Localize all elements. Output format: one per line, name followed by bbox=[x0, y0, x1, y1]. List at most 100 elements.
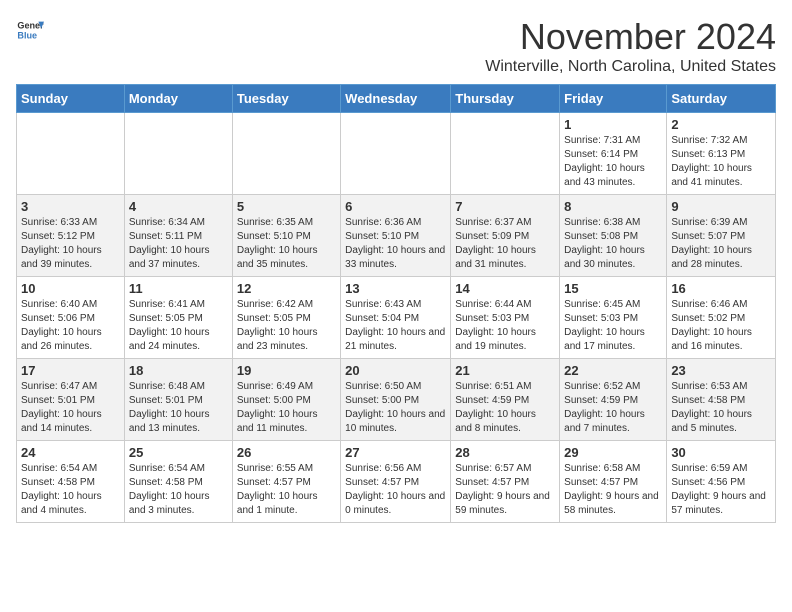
day-number: 18 bbox=[129, 363, 228, 378]
day-info: Sunrise: 7:31 AM Sunset: 6:14 PM Dayligh… bbox=[564, 134, 662, 190]
calendar-cell: 30 Sunrise: 6:59 AM Sunset: 4:56 PM Dayli… bbox=[667, 441, 776, 523]
calendar-cell: 26Sunrise: 6:55 AM Sunset: 4:57 PM Dayli… bbox=[232, 441, 340, 523]
day-number: 24 bbox=[21, 445, 120, 460]
day-number: 11 bbox=[129, 281, 228, 296]
calendar-cell: 8 Sunrise: 6:38 AM Sunset: 5:08 PM Daylig… bbox=[560, 195, 667, 277]
calendar-week-row: 3 Sunrise: 6:33 AM Sunset: 5:12 PM Daylig… bbox=[17, 195, 776, 277]
day-number: 4 bbox=[129, 199, 228, 214]
day-number: 15 bbox=[564, 281, 662, 296]
day-number: 1 bbox=[564, 117, 662, 132]
logo-icon: General Blue bbox=[16, 16, 44, 44]
calendar-cell: 10 Sunrise: 6:40 AM Sunset: 5:06 PM Dayli… bbox=[17, 277, 125, 359]
calendar-cell: 3 Sunrise: 6:33 AM Sunset: 5:12 PM Daylig… bbox=[17, 195, 125, 277]
calendar-cell: 18 Sunrise: 6:48 AM Sunset: 5:01 PM Dayli… bbox=[124, 359, 232, 441]
day-header: Thursday bbox=[451, 85, 560, 113]
calendar-cell: 4 Sunrise: 6:34 AM Sunset: 5:11 PM Daylig… bbox=[124, 195, 232, 277]
calendar-cell: 9 Sunrise: 6:39 AM Sunset: 5:07 PM Daylig… bbox=[667, 195, 776, 277]
calendar-table: SundayMondayTuesdayWednesdayThursdayFrid… bbox=[16, 84, 776, 523]
calendar-week-row: 24 Sunrise: 6:54 AM Sunset: 4:58 PM Dayli… bbox=[17, 441, 776, 523]
calendar-cell: 7Sunrise: 6:37 AM Sunset: 5:09 PM Daylig… bbox=[451, 195, 560, 277]
header-row: SundayMondayTuesdayWednesdayThursdayFrid… bbox=[17, 85, 776, 113]
calendar-cell bbox=[124, 113, 232, 195]
calendar-cell: 28 Sunrise: 6:57 AM Sunset: 4:57 PM Dayli… bbox=[451, 441, 560, 523]
logo: General Blue bbox=[16, 16, 44, 44]
day-number: 14 bbox=[455, 281, 555, 296]
day-number: 2 bbox=[671, 117, 771, 132]
day-number: 29 bbox=[564, 445, 662, 460]
calendar-cell bbox=[17, 113, 125, 195]
day-number: 6 bbox=[345, 199, 446, 214]
calendar-cell: 1 Sunrise: 7:31 AM Sunset: 6:14 PM Daylig… bbox=[560, 113, 667, 195]
day-number: 25 bbox=[129, 445, 228, 460]
day-info: Sunrise: 6:42 AM Sunset: 5:05 PM Dayligh… bbox=[237, 298, 336, 354]
calendar-cell bbox=[341, 113, 451, 195]
day-number: 17 bbox=[21, 363, 120, 378]
day-header: Saturday bbox=[667, 85, 776, 113]
day-number: 9 bbox=[671, 199, 771, 214]
day-info: Sunrise: 6:59 AM Sunset: 4:56 PM Dayligh… bbox=[671, 462, 771, 518]
day-info: Sunrise: 6:34 AM Sunset: 5:11 PM Dayligh… bbox=[129, 216, 228, 272]
calendar-cell: 20 Sunrise: 6:50 AM Sunset: 5:00 PM Dayli… bbox=[341, 359, 451, 441]
calendar-week-row: 17Sunrise: 6:47 AM Sunset: 5:01 PM Dayli… bbox=[17, 359, 776, 441]
calendar-cell bbox=[451, 113, 560, 195]
day-header: Wednesday bbox=[341, 85, 451, 113]
calendar-cell: 11Sunrise: 6:41 AM Sunset: 5:05 PM Dayli… bbox=[124, 277, 232, 359]
calendar-cell: 23 Sunrise: 6:53 AM Sunset: 4:58 PM Dayli… bbox=[667, 359, 776, 441]
day-info: Sunrise: 6:49 AM Sunset: 5:00 PM Dayligh… bbox=[237, 380, 336, 436]
day-info: Sunrise: 6:45 AM Sunset: 5:03 PM Dayligh… bbox=[564, 298, 662, 354]
calendar-cell: 16 Sunrise: 6:46 AM Sunset: 5:02 PM Dayli… bbox=[667, 277, 776, 359]
day-number: 3 bbox=[21, 199, 120, 214]
day-number: 5 bbox=[237, 199, 336, 214]
day-info: Sunrise: 6:54 AM Sunset: 4:58 PM Dayligh… bbox=[21, 462, 120, 518]
day-number: 13 bbox=[345, 281, 446, 296]
svg-text:Blue: Blue bbox=[17, 30, 37, 40]
day-number: 21 bbox=[455, 363, 555, 378]
calendar-cell: 17Sunrise: 6:47 AM Sunset: 5:01 PM Dayli… bbox=[17, 359, 125, 441]
day-info: Sunrise: 6:35 AM Sunset: 5:10 PM Dayligh… bbox=[237, 216, 336, 272]
day-info: Sunrise: 6:55 AM Sunset: 4:57 PM Dayligh… bbox=[237, 462, 336, 518]
location-title: Winterville, North Carolina, United Stat… bbox=[485, 58, 776, 76]
calendar-cell: 5 Sunrise: 6:35 AM Sunset: 5:10 PM Daylig… bbox=[232, 195, 340, 277]
calendar-cell bbox=[232, 113, 340, 195]
day-header: Monday bbox=[124, 85, 232, 113]
month-title: November 2024 bbox=[485, 16, 776, 58]
day-header: Tuesday bbox=[232, 85, 340, 113]
day-header: Sunday bbox=[17, 85, 125, 113]
day-info: Sunrise: 6:38 AM Sunset: 5:08 PM Dayligh… bbox=[564, 216, 662, 272]
day-number: 10 bbox=[21, 281, 120, 296]
calendar-week-row: 1 Sunrise: 7:31 AM Sunset: 6:14 PM Daylig… bbox=[17, 113, 776, 195]
day-number: 20 bbox=[345, 363, 446, 378]
day-number: 28 bbox=[455, 445, 555, 460]
day-number: 30 bbox=[671, 445, 771, 460]
day-info: Sunrise: 7:32 AM Sunset: 6:13 PM Dayligh… bbox=[671, 134, 771, 190]
calendar-cell: 15 Sunrise: 6:45 AM Sunset: 5:03 PM Dayli… bbox=[560, 277, 667, 359]
day-info: Sunrise: 6:50 AM Sunset: 5:00 PM Dayligh… bbox=[345, 380, 446, 436]
calendar-cell: 14Sunrise: 6:44 AM Sunset: 5:03 PM Dayli… bbox=[451, 277, 560, 359]
day-number: 12 bbox=[237, 281, 336, 296]
calendar-cell: 22Sunrise: 6:52 AM Sunset: 4:59 PM Dayli… bbox=[560, 359, 667, 441]
day-info: Sunrise: 6:36 AM Sunset: 5:10 PM Dayligh… bbox=[345, 216, 446, 272]
calendar-cell: 6 Sunrise: 6:36 AM Sunset: 5:10 PM Daylig… bbox=[341, 195, 451, 277]
day-info: Sunrise: 6:48 AM Sunset: 5:01 PM Dayligh… bbox=[129, 380, 228, 436]
day-header: Friday bbox=[560, 85, 667, 113]
day-number: 16 bbox=[671, 281, 771, 296]
calendar-cell: 29 Sunrise: 6:58 AM Sunset: 4:57 PM Dayli… bbox=[560, 441, 667, 523]
day-info: Sunrise: 6:46 AM Sunset: 5:02 PM Dayligh… bbox=[671, 298, 771, 354]
day-number: 19 bbox=[237, 363, 336, 378]
calendar-cell: 13Sunrise: 6:43 AM Sunset: 5:04 PM Dayli… bbox=[341, 277, 451, 359]
calendar-cell: 21Sunrise: 6:51 AM Sunset: 4:59 PM Dayli… bbox=[451, 359, 560, 441]
day-info: Sunrise: 6:57 AM Sunset: 4:57 PM Dayligh… bbox=[455, 462, 555, 518]
day-number: 8 bbox=[564, 199, 662, 214]
day-number: 27 bbox=[345, 445, 446, 460]
day-info: Sunrise: 6:56 AM Sunset: 4:57 PM Dayligh… bbox=[345, 462, 446, 518]
day-info: Sunrise: 6:39 AM Sunset: 5:07 PM Dayligh… bbox=[671, 216, 771, 272]
day-info: Sunrise: 6:40 AM Sunset: 5:06 PM Dayligh… bbox=[21, 298, 120, 354]
calendar-cell: 27 Sunrise: 6:56 AM Sunset: 4:57 PM Dayli… bbox=[341, 441, 451, 523]
day-info: Sunrise: 6:52 AM Sunset: 4:59 PM Dayligh… bbox=[564, 380, 662, 436]
day-info: Sunrise: 6:33 AM Sunset: 5:12 PM Dayligh… bbox=[21, 216, 120, 272]
title-area: November 2024 Winterville, North Carolin… bbox=[485, 16, 776, 76]
day-info: Sunrise: 6:53 AM Sunset: 4:58 PM Dayligh… bbox=[671, 380, 771, 436]
day-number: 23 bbox=[671, 363, 771, 378]
day-info: Sunrise: 6:58 AM Sunset: 4:57 PM Dayligh… bbox=[564, 462, 662, 518]
calendar-cell: 19 Sunrise: 6:49 AM Sunset: 5:00 PM Dayli… bbox=[232, 359, 340, 441]
